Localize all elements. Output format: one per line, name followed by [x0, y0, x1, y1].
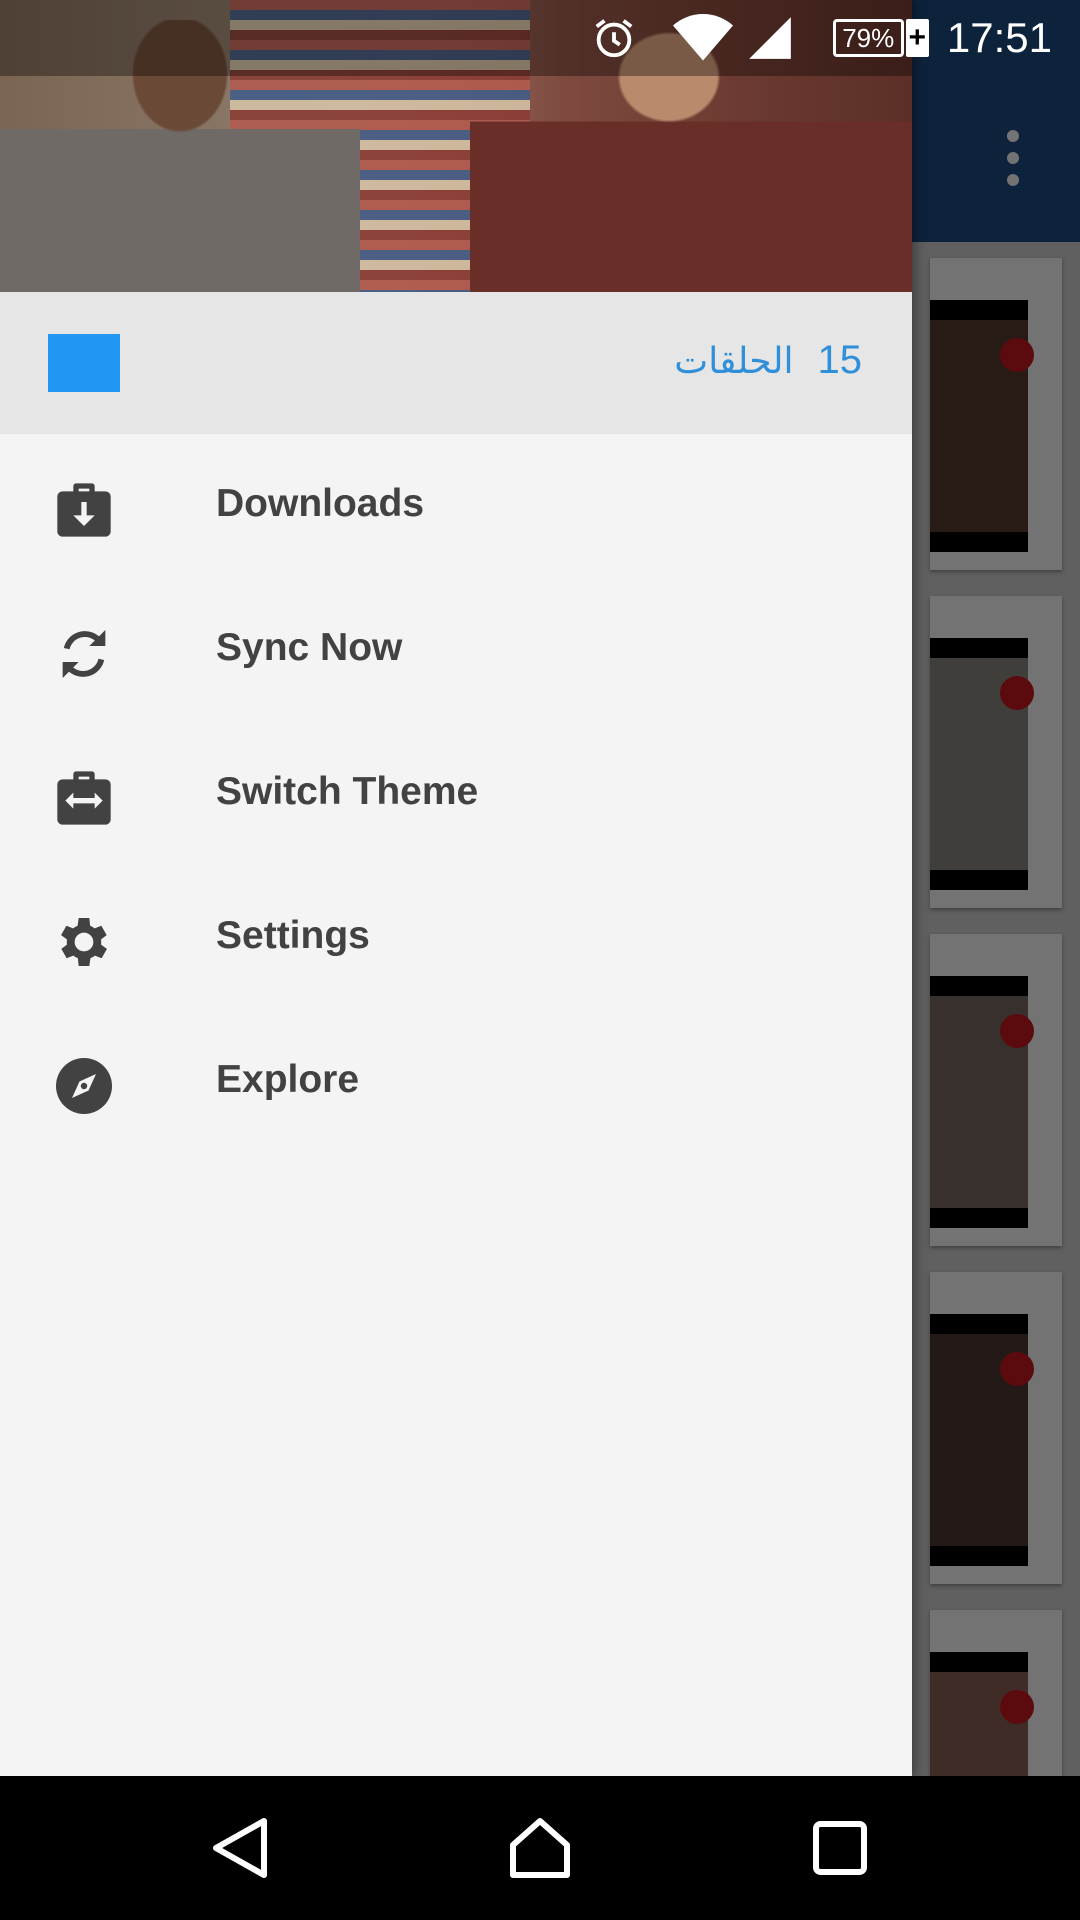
battery-icon: 79% +	[832, 16, 929, 60]
charging-indicator: +	[905, 19, 929, 57]
alarm-icon	[595, 19, 633, 58]
accent-square	[48, 334, 120, 392]
screen: الحلقات 15 Downloads Sync Now Switch The…	[0, 0, 1080, 1920]
menu-label-sync-now: Sync Now	[216, 626, 403, 669]
status-icons: 79% + 17:51	[591, 0, 1080, 76]
menu-item-sync-now[interactable]: Sync Now	[0, 578, 912, 722]
signal-icon	[749, 17, 791, 59]
navigation-drawer: الحلقات 15 Downloads Sync Now Switch The…	[0, 0, 912, 1776]
system-nav-bar	[0, 1776, 1080, 1920]
episodes-number: 15	[817, 338, 863, 382]
episodes-label: الحلقات	[674, 340, 794, 381]
menu-label-downloads: Downloads	[216, 482, 425, 525]
wifi-icon	[672, 14, 733, 61]
episodes-count-row[interactable]: الحلقات 15	[0, 292, 912, 434]
menu-label-switch-theme: Switch Theme	[216, 770, 479, 813]
menu-item-explore[interactable]: Explore	[0, 1010, 912, 1154]
status-bar: 79% + 17:51	[0, 0, 1080, 76]
menu-item-downloads[interactable]: Downloads	[0, 434, 912, 578]
recents-icon[interactable]	[804, 1812, 876, 1884]
download-briefcase-icon	[57, 483, 111, 537]
back-icon[interactable]	[204, 1812, 276, 1884]
menu-item-switch-theme[interactable]: Switch Theme	[0, 722, 912, 866]
sync-icon	[62, 630, 106, 678]
battery-level: 79%	[832, 19, 904, 57]
gear-icon	[61, 918, 107, 966]
compass-icon	[56, 1058, 112, 1114]
switch-theme-icon	[57, 771, 111, 825]
clock: 17:51	[946, 14, 1052, 61]
menu-label-explore: Explore	[216, 1058, 360, 1101]
menu-item-settings[interactable]: Settings	[0, 866, 912, 1010]
home-icon[interactable]	[504, 1812, 576, 1884]
episodes-count: الحلقات 15	[674, 338, 862, 383]
drawer-menu: Downloads Sync Now Switch Theme Settings…	[0, 434, 912, 1154]
menu-label-settings: Settings	[216, 914, 370, 957]
